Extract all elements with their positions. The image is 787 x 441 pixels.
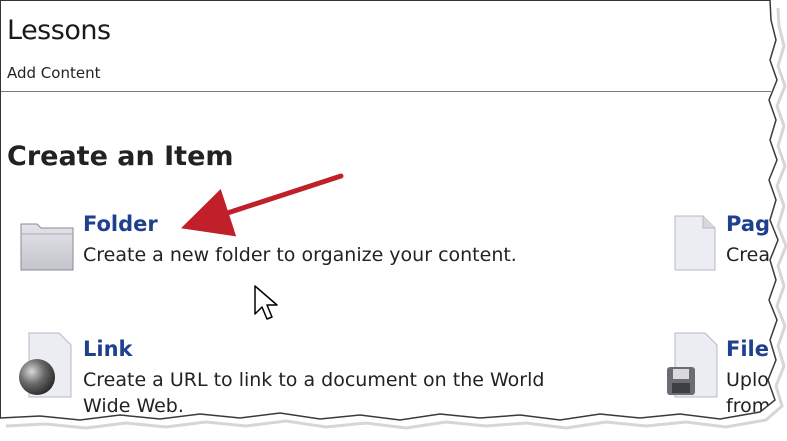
annotation-arrow-icon bbox=[180, 173, 344, 237]
screenshot-frame: Lessons Add Content Create an Item Folde… bbox=[0, 0, 787, 441]
